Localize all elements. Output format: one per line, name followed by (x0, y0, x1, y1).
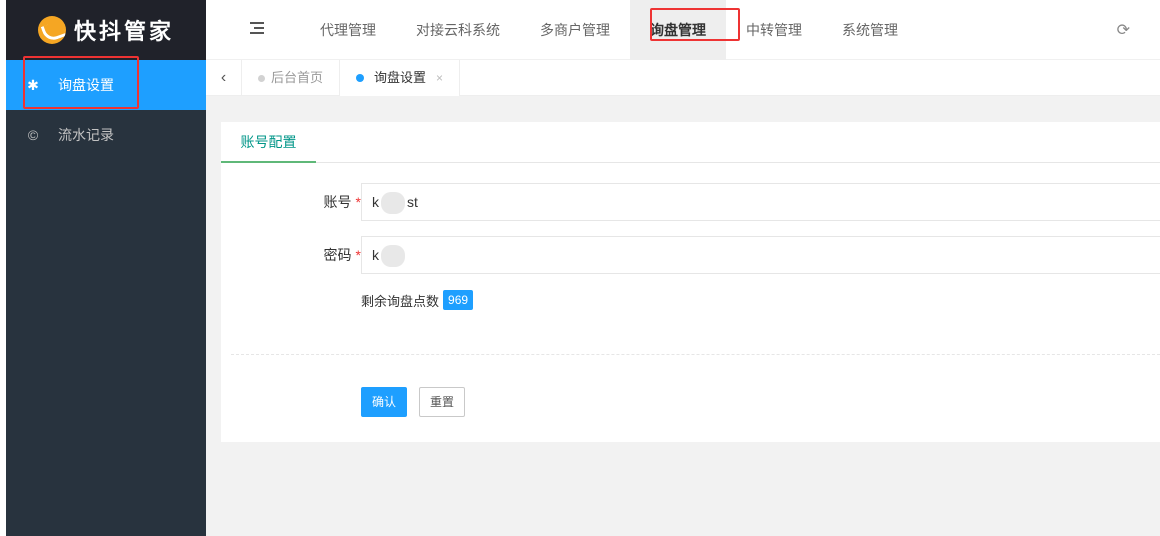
password-row: 密码 * k (221, 236, 1160, 274)
sidebar: 快抖管家 ✱ 询盘设置 © 流水记录 (6, 0, 206, 536)
tab-bar: ‹ 后台首页 询盘设置 × (206, 60, 1160, 96)
sidebar-item-inquiry-settings[interactable]: ✱ 询盘设置 (6, 60, 206, 110)
tab-inquiry-settings[interactable]: 询盘设置 × (340, 60, 461, 96)
account-label: 账号 * (323, 194, 361, 210)
account-row: 账号 * k st (221, 183, 1160, 221)
account-input[interactable]: k st (361, 183, 1160, 221)
nav-item-inquiry[interactable]: 询盘管理 (630, 0, 726, 60)
logo-text: 快抖管家 (73, 19, 174, 44)
confirm-button[interactable]: 确认 (361, 387, 408, 417)
divider (231, 354, 1160, 355)
tab-dot-icon (356, 74, 365, 82)
nav-item-yunke[interactable]: 对接云科系统 (396, 0, 520, 60)
tab-dot-icon (258, 74, 265, 82)
copyright-icon: © (27, 127, 39, 143)
account-config-panel: 账号配置 账号 * k st 密码 * k 剩余询盘点数 969 确认 重置 (221, 122, 1160, 442)
top-nav: 代理管理 对接云科系统 多商户管理 询盘管理 中转管理 系统管理 (300, 0, 918, 60)
menu-toggle-icon[interactable] (250, 22, 264, 36)
refresh-icon[interactable]: ⟳ (1117, 20, 1130, 40)
remaining-count-badge: 969 (443, 290, 474, 310)
redacted-blur (381, 192, 405, 215)
panel-tabs: 账号配置 (221, 122, 1160, 163)
remaining-label: 剩余询盘点数 (361, 293, 440, 309)
sidebar-item-transaction-log[interactable]: © 流水记录 (6, 110, 206, 160)
tab-account-config[interactable]: 账号配置 (221, 122, 316, 163)
reset-button[interactable]: 重置 (419, 387, 466, 417)
nav-item-system[interactable]: 系统管理 (822, 0, 918, 60)
nav-item-merchants[interactable]: 多商户管理 (520, 0, 630, 60)
tab-back-icon[interactable]: ‹ (206, 60, 242, 96)
nav-item-transfer[interactable]: 中转管理 (726, 0, 822, 60)
top-header: 代理管理 对接云科系统 多商户管理 询盘管理 中转管理 系统管理 ⟳ (206, 0, 1160, 60)
redacted-blur (381, 245, 405, 268)
tab-label: 后台首页 (271, 70, 324, 85)
nav-item-agent[interactable]: 代理管理 (300, 0, 396, 60)
sidebar-item-label: 流水记录 (58, 127, 114, 143)
password-input[interactable]: k (361, 236, 1160, 274)
logo-icon (37, 16, 66, 44)
password-label: 密码 * (323, 247, 361, 263)
asterisk-icon: ✱ (27, 76, 39, 93)
remaining-points: 剩余询盘点数 969 (361, 290, 474, 310)
logo[interactable]: 快抖管家 (6, 0, 206, 60)
tab-label: 询盘设置 (374, 70, 427, 85)
tab-home[interactable]: 后台首页 (242, 60, 341, 96)
close-icon[interactable]: × (436, 60, 443, 96)
sidebar-item-label: 询盘设置 (58, 77, 114, 93)
